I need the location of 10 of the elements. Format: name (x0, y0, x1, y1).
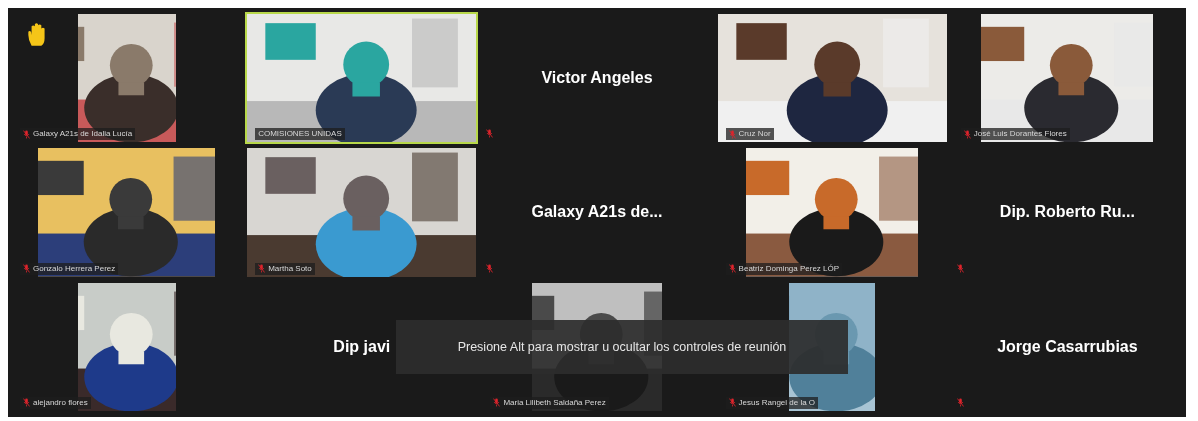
toast-message: Presione Alt para mostrar u ocultar los controles de reunión (396, 320, 848, 374)
name-label: COMISIONES UNIDAS (255, 128, 345, 141)
name-label: Galaxy A21s de Idalia Lucía (20, 128, 136, 141)
participant-name: Dip. Roberto Ru... (999, 203, 1135, 222)
name-label: alejandro flores (20, 397, 91, 409)
participant-name: Jorge Casarrubias (997, 337, 1138, 356)
participant-name: Galaxy A21s de... (531, 203, 663, 222)
participant-name: Dip javi (333, 337, 391, 356)
participant-name: Victor Angeles (541, 69, 653, 88)
name-label: Cruz Nor (725, 128, 774, 141)
